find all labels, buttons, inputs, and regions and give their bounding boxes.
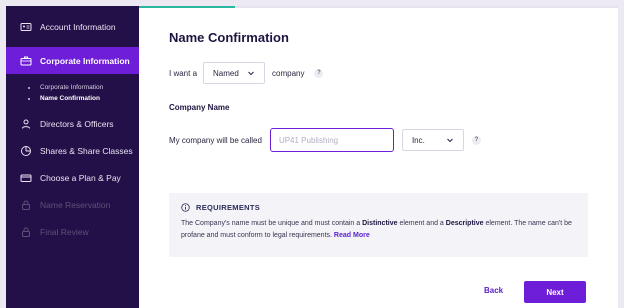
person-icon [20,118,32,130]
sidebar-item-label: Final Review [40,226,89,237]
company-name-input[interactable] [269,128,394,152]
sidebar-item-shares[interactable]: Shares & Share Classes [6,137,139,164]
pie-chart-icon [20,145,32,157]
req-text-part: element and a [397,220,446,227]
sub-item-name-confirmation[interactable]: Name Confirmation [28,93,139,104]
req-text-part: The Company's name must be unique and mu… [181,220,363,227]
back-button[interactable]: Back [484,286,503,295]
sidebar-item-final-review: Final Review [6,218,139,245]
company-type-value: Named [213,68,239,78]
progress-bar [139,6,618,8]
sidebar-item-name-reservation: Name Reservation [6,191,139,218]
sub-item-corporate-information[interactable]: Corporate Information [28,82,139,93]
section-label: Company Name [169,103,230,112]
read-more-link[interactable]: Read More [334,232,370,239]
progress-bar-fill [139,6,235,8]
requirements-text: The Company's name must be unique and mu… [181,218,576,242]
requirements-heading: REQUIREMENTS [181,203,576,212]
next-button[interactable]: Next [524,281,586,303]
sidebar-item-label: Directors & Officers [40,118,114,129]
company-type-select[interactable]: Named [203,62,266,84]
requirements-box: REQUIREMENTS The Company's name must be … [169,193,588,257]
sidebar-item-label: Account Information [40,21,116,32]
sidebar-item-directors-officers[interactable]: Directors & Officers [6,110,139,137]
main-panel: Name Confirmation I want a Named company… [139,6,618,308]
app-window: Account Information Corporate Informatio… [6,6,618,308]
suffix-label: company [272,68,305,78]
sidebar-item-account-information[interactable]: Account Information [6,13,139,40]
briefcase-icon [20,55,32,67]
credit-card-icon [20,172,32,184]
lock-icon [20,199,32,211]
sidebar-item-corporate-information[interactable]: Corporate Information [6,47,139,74]
sidebar-sub-list: Corporate Information Name Confirmation [6,80,139,110]
req-bold-distinctive: Distinctive [362,220,398,227]
page-title: Name Confirmation [169,30,289,45]
company-called-label: My company will be called [169,135,262,145]
req-bold-descriptive: Descriptive [445,220,484,227]
id-card-icon [20,21,32,33]
sidebar-item-label: Shares & Share Classes [40,145,133,156]
sidebar-item-label: Corporate Information [40,55,130,66]
chevron-down-icon [447,138,453,143]
sidebar-item-choose-plan[interactable]: Choose a Plan & Pay [6,164,139,191]
company-name-row: My company will be called Inc. ? [169,128,481,152]
info-icon [181,203,190,212]
company-type-row: I want a Named company ? [169,62,324,84]
chevron-down-icon [248,71,254,76]
lock-icon [20,226,32,238]
bullet-icon [28,86,30,89]
sidebar-item-label: Name Reservation [40,199,111,210]
sub-item-label: Name Confirmation [40,95,100,102]
help-icon[interactable]: ? [471,135,481,145]
requirements-title: REQUIREMENTS [196,203,261,212]
prefix-label: I want a [169,68,198,78]
sidebar: Account Information Corporate Informatio… [6,6,139,308]
designation-value: Inc. [411,135,425,145]
help-icon[interactable]: ? [314,68,324,78]
bullet-icon [28,97,30,100]
designation-select[interactable]: Inc. [401,129,464,151]
sidebar-item-label: Choose a Plan & Pay [40,172,121,183]
sub-item-label: Corporate Information [40,84,104,91]
